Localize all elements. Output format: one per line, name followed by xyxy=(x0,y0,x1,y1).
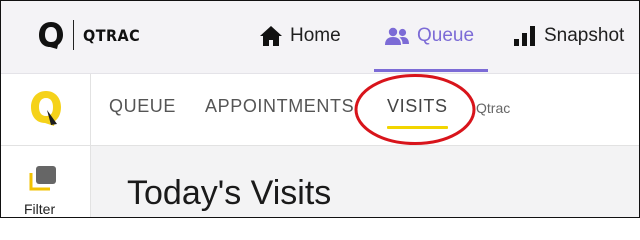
brand-name: QTRAC xyxy=(83,25,141,45)
sidebar: Filter xyxy=(1,146,91,217)
tab-qtrac[interactable]: Qtrac xyxy=(476,100,510,116)
nav-snapshot-label: Snapshot xyxy=(544,25,625,46)
top-nav-bar: QTRAC Home Queue Snapshot xyxy=(1,1,639,74)
home-icon xyxy=(260,26,282,46)
tab-visits[interactable]: VISITS xyxy=(387,96,448,117)
nav-queue[interactable]: Queue xyxy=(384,21,474,51)
brand[interactable]: QTRAC xyxy=(37,18,146,52)
nav-home-label: Home xyxy=(290,25,341,46)
tab-queue[interactable]: QUEUE xyxy=(109,96,176,117)
tab-visits-active-indicator xyxy=(387,126,448,129)
people-icon xyxy=(385,27,409,45)
bar-chart-icon xyxy=(514,26,535,46)
app-window: QTRAC Home Queue Snapshot QUEUE APPOINTM… xyxy=(0,0,640,218)
filter-label[interactable]: Filter xyxy=(24,201,55,217)
nav-snapshot[interactable]: Snapshot xyxy=(513,21,624,51)
qtrac-yellow-q-icon[interactable] xyxy=(27,88,65,128)
page-title: Today's Visits xyxy=(127,174,332,212)
main-content: Today's Visits xyxy=(91,146,639,217)
sub-nav-bar: QUEUE APPOINTMENTS VISITS Qtrac xyxy=(1,74,639,146)
sub-nav-logo-cell xyxy=(1,74,91,145)
tab-appointments[interactable]: APPOINTMENTS xyxy=(205,96,354,117)
brand-divider xyxy=(73,20,74,50)
nav-active-indicator xyxy=(374,69,488,72)
filter-icon[interactable] xyxy=(28,164,58,192)
qtrac-q-logo-icon xyxy=(39,22,63,49)
nav-queue-label: Queue xyxy=(417,25,475,46)
nav-home[interactable]: Home xyxy=(259,21,341,51)
